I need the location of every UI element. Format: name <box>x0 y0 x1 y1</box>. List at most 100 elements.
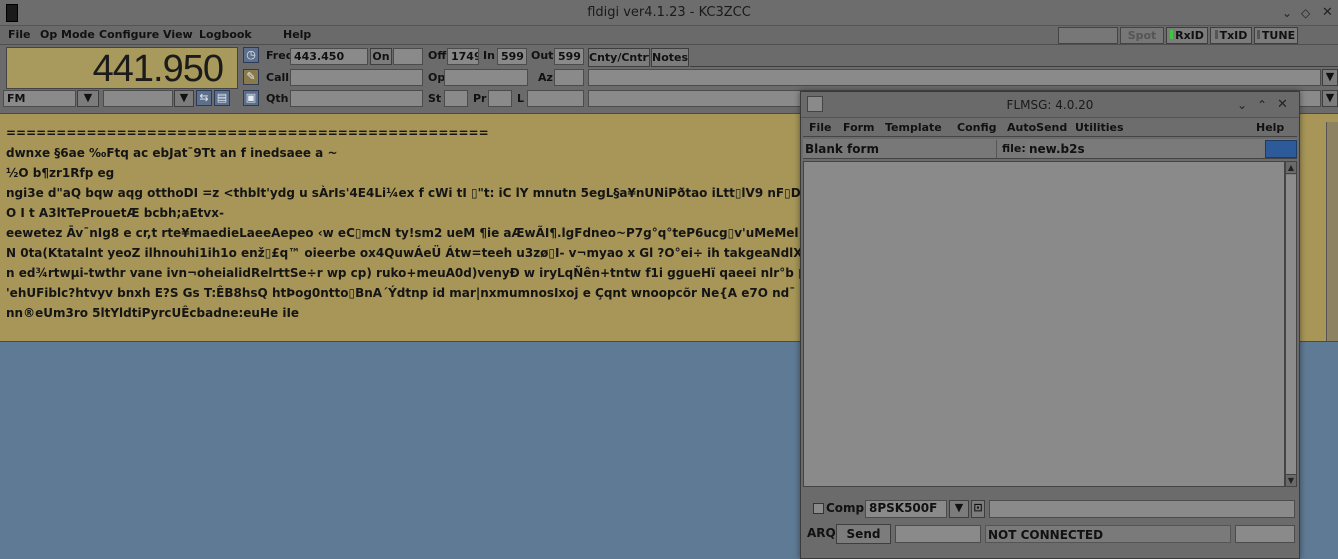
flmsg-form-bar: Blank form file: new.b2s <box>803 139 1297 159</box>
out-label: Out <box>531 49 554 62</box>
freq-field[interactable]: 443.450 <box>290 48 368 65</box>
flmsg-menu-config[interactable]: Config <box>957 119 997 136</box>
flmsg-modem-select[interactable]: 8PSK500F <box>865 500 947 518</box>
flmsg-menu-help[interactable]: Help <box>1256 119 1284 136</box>
flmsg-menu-utilities[interactable]: Utilities <box>1075 119 1124 136</box>
flmsg-menu-template[interactable]: Template <box>885 119 942 136</box>
off-time-field[interactable]: 1749 <box>447 48 479 65</box>
frequency-display[interactable]: 441.950 <box>6 47 238 90</box>
off-label: Off <box>428 49 447 62</box>
flmsg-menu-file[interactable]: File <box>809 119 832 136</box>
locator-field[interactable] <box>527 90 584 107</box>
spot-button[interactable]: Spot <box>1122 28 1162 43</box>
menu-help[interactable]: Help <box>283 26 311 43</box>
flmsg-comp-checkbox[interactable] <box>813 503 824 514</box>
notes-dropdown-button[interactable]: ▼ <box>1322 90 1338 107</box>
save-log-icon[interactable]: ▣ <box>243 90 259 106</box>
flmsg-scroll-down-icon[interactable]: ▼ <box>1286 474 1296 486</box>
province-field[interactable] <box>488 90 512 107</box>
flmsg-close-icon[interactable]: ✕ <box>1277 96 1288 114</box>
frequency-value: 441.950 <box>92 48 224 90</box>
flmsg-modem-dropdown-button[interactable]: ▼ <box>949 500 969 518</box>
rxid-indicator <box>1170 30 1174 39</box>
state-field[interactable] <box>444 90 468 107</box>
flmsg-status-box <box>1235 525 1295 543</box>
rx-line-8: n ed¾rtwµi-twthr vane ivn¬oheialidRelrtt… <box>6 266 829 280</box>
bandwidth-dropdown-button[interactable]: ▼ <box>174 90 194 107</box>
menu-logbook[interactable]: Logbook <box>199 26 252 43</box>
flmsg-scroll-thumb[interactable] <box>1286 175 1296 475</box>
rx-line-5: O I t A3ltTeProuetÆ bcbh;aEtvx- <box>6 206 224 220</box>
save-freq-icon[interactable]: ▤ <box>214 90 230 106</box>
swap-icon[interactable]: ⇆ <box>196 90 212 106</box>
on-time-field[interactable] <box>393 48 423 65</box>
flmsg-file-label: file: <box>1002 142 1026 155</box>
window-title: fldigi ver4.1.23 - KC3ZCC <box>587 5 751 20</box>
call-field[interactable] <box>290 69 423 86</box>
menu-view[interactable]: View <box>163 26 193 43</box>
az-field[interactable] <box>554 69 584 86</box>
country-field[interactable] <box>588 69 1321 86</box>
flmsg-menu-form[interactable]: Form <box>843 119 875 136</box>
tab-cnty-cntry[interactable]: Cnty/Cntry <box>588 48 650 67</box>
bandwidth-select[interactable] <box>103 90 173 107</box>
rst-out-field[interactable]: 599 <box>554 48 584 65</box>
maximize-icon[interactable]: ◇ <box>1301 4 1310 22</box>
op-name-field[interactable] <box>444 69 528 86</box>
rst-in-field[interactable]: 599 <box>497 48 527 65</box>
tune-button[interactable]: TUNE <box>1254 27 1298 44</box>
menu-bar: File Op Mode Configure View Logbook Help… <box>0 26 1338 45</box>
qth-field[interactable] <box>290 90 423 107</box>
flmsg-maximize-icon[interactable]: ⌃ <box>1257 96 1267 114</box>
flmsg-window: FLMSG: 4.0.20 ⌄ ⌃ ✕ File Form Template C… <box>800 91 1300 559</box>
rx-line-10: nn®eUm3ro 5ltYldtiPyrcUÊcbadne:euHe iIe <box>6 306 300 320</box>
st-label: St <box>428 92 442 105</box>
menu-file[interactable]: File <box>8 26 31 43</box>
country-dropdown-button[interactable]: ▼ <box>1322 69 1338 86</box>
mode-select[interactable]: FM <box>3 90 76 107</box>
txid-button[interactable]: TxID <box>1210 27 1252 44</box>
clear-icon[interactable]: ✎ <box>243 69 259 85</box>
menu-configure[interactable]: Configure <box>99 26 159 43</box>
flmsg-scrollbar[interactable]: ▲ ▼ <box>1285 161 1297 487</box>
mode-dropdown-button[interactable]: ▼ <box>77 90 99 107</box>
tune-indicator <box>1256 30 1260 39</box>
menu-op-mode[interactable]: Op Mode <box>40 26 95 43</box>
flmsg-form-name: Blank form <box>805 140 997 158</box>
flmsg-menu-bar: File Form Template Config AutoSend Utili… <box>803 119 1297 137</box>
rxid-button[interactable]: RxID <box>1166 27 1208 44</box>
title-bar: fldigi ver4.1.23 - KC3ZCC ⌄ ◇ ✕ <box>0 0 1338 26</box>
l-label: L <box>517 92 525 105</box>
flmsg-transfer-info <box>989 500 1295 518</box>
txid-label: TxID <box>1219 29 1248 42</box>
flmsg-bottom-row-1: Comp 8PSK500F ▼ ⊡ <box>803 498 1297 520</box>
log-icon[interactable]: ◷ <box>243 47 259 63</box>
qth-label: Qth <box>266 92 289 105</box>
rxid-label: RxID <box>1175 29 1204 42</box>
flmsg-form-indicator <box>1265 140 1297 158</box>
rx-line-3: ½O b¶zr1Rfp eg <box>6 166 115 180</box>
menu-spacer-box <box>1058 27 1118 44</box>
fldigi-window: fldigi ver4.1.23 - KC3ZCC ⌄ ◇ ✕ File Op … <box>0 0 1338 559</box>
flmsg-window-title: FLMSG: 4.0.20 <box>1006 98 1094 112</box>
close-icon[interactable]: ✕ <box>1322 4 1333 22</box>
flmsg-form-body[interactable] <box>803 161 1285 487</box>
flmsg-scroll-up-icon[interactable]: ▲ <box>1286 162 1296 174</box>
rx-line-4: ngi3e d"aQ bqw aqg otthoDI =z <thblt'ydg… <box>6 186 808 200</box>
rx-line-7: N 0ta(Ktatalnt yeoZ ilhnouhi1ih1o enž▯£q… <box>6 246 818 260</box>
rx-scrollbar[interactable] <box>1326 122 1338 341</box>
flmsg-menu-autosend[interactable]: AutoSend <box>1007 119 1067 136</box>
flmsg-comp-label: Comp <box>826 501 865 515</box>
rx-line-2: dwnxe §6ae ‰Ftq ac ebJat¯9Tt an f inedsa… <box>6 146 338 160</box>
in-label: In <box>483 49 495 62</box>
flmsg-minimize-icon[interactable]: ⌄ <box>1237 96 1247 114</box>
minimize-icon[interactable]: ⌄ <box>1282 4 1292 22</box>
flmsg-send-button[interactable]: Send <box>836 524 891 544</box>
on-time-button[interactable]: On <box>370 48 392 65</box>
tab-strip-rule <box>690 66 1338 67</box>
rx-line-9: 'ehUFiblc?htvyv bnxh E?S Gs T:ÊB8hsQ htÞ… <box>6 286 796 300</box>
flmsg-modem-config-button[interactable]: ⊡ <box>971 500 985 518</box>
tab-notes[interactable]: Notes <box>651 48 689 67</box>
pr-label: Pr <box>473 92 487 105</box>
az-label: Az <box>538 71 553 84</box>
